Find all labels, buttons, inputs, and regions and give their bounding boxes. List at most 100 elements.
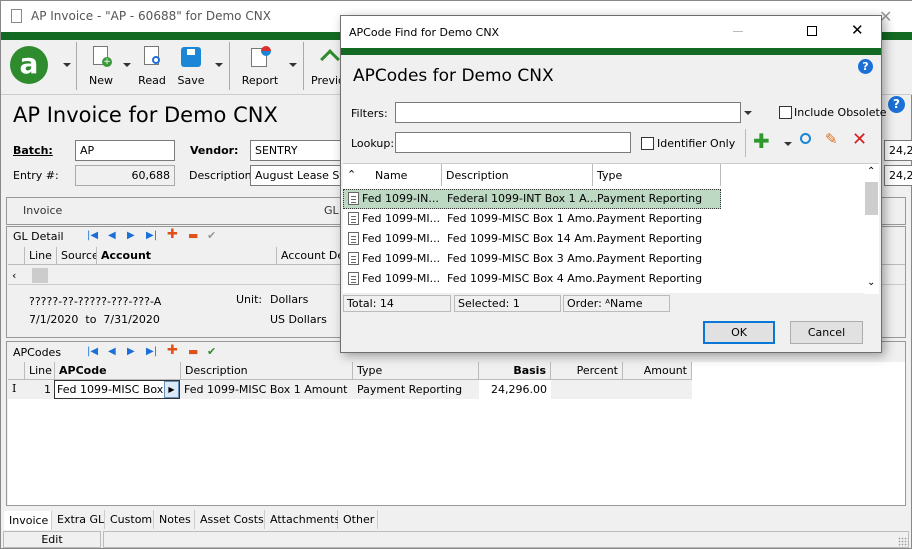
description-input[interactable]: August Lease Ste xyxy=(250,165,350,186)
column-header-apcode[interactable]: APCode xyxy=(55,362,181,380)
document-icon xyxy=(348,252,359,265)
scroll-thumb[interactable] xyxy=(32,268,48,283)
minimize-icon[interactable] xyxy=(733,31,743,32)
add-icon[interactable]: ✚ xyxy=(753,129,770,153)
add-row-icon[interactable]: ✚ xyxy=(167,343,178,358)
delete-row-icon[interactable]: ▬ xyxy=(188,229,198,242)
list-item[interactable]: Fed 1099-MI... Fed 1099-MISC Box 3 Amo..… xyxy=(343,249,721,269)
column-header-amount[interactable]: Amount xyxy=(623,362,692,380)
column-header-account[interactable]: Account xyxy=(97,247,277,265)
previous-record-icon[interactable]: ◀ xyxy=(108,230,116,241)
column-header-percent[interactable]: Percent xyxy=(551,362,623,380)
last-record-icon[interactable]: ▶| xyxy=(146,346,157,357)
tab-invoice[interactable]: Invoice xyxy=(4,511,52,530)
identifier-only-label: Identifier Only xyxy=(657,137,736,150)
list-item[interactable]: Fed 1099-MI... Fed 1099-MISC Box 1 Amo..… xyxy=(343,209,721,229)
include-obsolete-checkbox[interactable] xyxy=(779,106,792,119)
post-row-icon[interactable]: ✔ xyxy=(207,229,216,242)
resize-grip-icon[interactable] xyxy=(898,537,908,547)
add-dropdown-icon[interactable] xyxy=(784,142,792,146)
post-row-icon[interactable]: ✔ xyxy=(207,345,216,358)
column-header-source[interactable]: Source xyxy=(57,247,97,265)
close-icon[interactable]: ✕ xyxy=(851,21,864,39)
help-icon[interactable]: ? xyxy=(888,96,905,113)
filters-dropdown-icon[interactable] xyxy=(744,111,752,115)
next-record-icon[interactable]: ▶ xyxy=(127,230,135,241)
search-icon[interactable] xyxy=(800,133,811,144)
column-header-name[interactable]: Name xyxy=(365,164,442,186)
save-dropdown[interactable] xyxy=(215,63,223,67)
tab-other[interactable]: Other xyxy=(338,510,378,529)
table-row[interactable]: I 1 Fed 1099-MISC Box 1 ▶ Fed 1099-MISC … xyxy=(8,380,692,399)
tab-notes[interactable]: Notes xyxy=(154,510,195,529)
apcode-list: ⌃ Name Description Type Fed 1099-IN... F… xyxy=(343,163,879,294)
column-header-line[interactable]: Line xyxy=(25,362,55,380)
vertical-scrollbar[interactable]: ⌃ ⌄ xyxy=(864,164,879,294)
last-record-icon[interactable]: ▶| xyxy=(146,230,157,241)
amount-field-2[interactable]: 24,2 xyxy=(884,165,912,186)
unit-label: Unit: xyxy=(236,293,263,306)
scroll-up-icon[interactable]: ⌃ xyxy=(867,166,875,177)
list-item[interactable]: Fed 1099-IN... Federal 1099-INT Box 1 A.… xyxy=(343,189,721,209)
identifier-only-checkbox[interactable] xyxy=(641,137,654,150)
apcode-lookup-button[interactable]: ▶ xyxy=(164,381,179,398)
vendor-input[interactable]: SENTRY xyxy=(250,140,350,161)
row-selector-header xyxy=(8,362,25,380)
batch-input[interactable]: AP xyxy=(75,140,175,161)
lookup-input[interactable] xyxy=(395,132,631,153)
column-header-basis[interactable]: Basis xyxy=(479,362,551,380)
app-menu-dropdown[interactable] xyxy=(63,63,71,67)
scroll-thumb[interactable] xyxy=(865,182,878,215)
edit-pencil-icon[interactable]: ✎ xyxy=(825,130,838,148)
list-item[interactable]: Fed 1099-MI... Fed 1099-MISC Box 4 Amo..… xyxy=(343,269,721,289)
lookup-label: Lookup: xyxy=(351,137,395,150)
tab-custom[interactable]: Custom xyxy=(105,510,154,529)
tab-extra-gl[interactable]: Extra GL xyxy=(52,510,105,529)
apcode-find-dialog: APCode Find for Demo CNX ✕ APCodes for D… xyxy=(340,15,887,353)
save-button[interactable]: Save xyxy=(176,44,206,92)
delete-row-icon[interactable]: ▬ xyxy=(188,345,198,358)
filters-select[interactable] xyxy=(395,102,741,123)
column-header-description[interactable]: Description xyxy=(181,362,353,380)
description-label: Description: xyxy=(189,169,256,182)
scroll-left-icon[interactable]: ‹ xyxy=(12,269,16,282)
batch-label: Batch: xyxy=(13,144,53,157)
apcode-cell-editor[interactable]: Fed 1099-MISC Box 1 xyxy=(54,380,180,399)
filters-label: Filters: xyxy=(351,107,388,120)
account-mask-text: ?????-??-?????-???-???-A xyxy=(29,295,162,308)
scroll-down-icon[interactable]: ⌄ xyxy=(867,277,875,288)
help-icon[interactable]: ? xyxy=(858,59,873,74)
report-button[interactable]: Report xyxy=(241,44,279,92)
add-row-icon[interactable]: ✚ xyxy=(167,227,178,242)
column-header-type[interactable]: Type xyxy=(593,164,721,186)
column-header-line[interactable]: Line xyxy=(25,247,57,265)
column-header-type[interactable]: Type xyxy=(353,362,479,380)
new-dropdown[interactable] xyxy=(123,63,131,67)
list-item[interactable]: Fed 1099-MI... Fed 1099-MISC Box 14 Am..… xyxy=(343,229,721,249)
delete-icon[interactable]: ✕ xyxy=(852,129,867,150)
vendor-label: Vendor: xyxy=(190,144,239,157)
first-record-icon[interactable]: |◀ xyxy=(87,346,98,357)
status-message xyxy=(103,531,909,548)
ok-button[interactable]: OK xyxy=(703,321,775,344)
amount-field[interactable]: 24,2 xyxy=(884,140,912,161)
dialog-title-bar: APCode Find for Demo CNX ✕ xyxy=(341,16,881,48)
app-logo-button[interactable]: a xyxy=(10,46,48,84)
gl-detail-title: GL Detail xyxy=(13,230,64,243)
new-button[interactable]: + New xyxy=(86,44,116,92)
selected-count: Selected: 1 xyxy=(454,295,561,312)
report-dropdown[interactable] xyxy=(289,63,297,67)
entry-number-field: 60,688 xyxy=(75,165,175,186)
read-button[interactable]: Read xyxy=(137,44,167,92)
sort-ascending-icon[interactable]: ⌃ xyxy=(343,164,365,186)
status-bar: Edit xyxy=(3,531,911,549)
tab-asset-costs[interactable]: Asset Costs xyxy=(195,510,265,529)
first-record-icon[interactable]: |◀ xyxy=(87,230,98,241)
cancel-button[interactable]: Cancel xyxy=(790,321,863,344)
next-record-icon[interactable]: ▶ xyxy=(127,346,135,357)
previous-record-icon[interactable]: ◀ xyxy=(108,346,116,357)
tab-attachments[interactable]: Attachments xyxy=(265,510,340,529)
column-header-description[interactable]: Description xyxy=(442,164,593,186)
basis-cell[interactable]: 24,296.00 xyxy=(479,380,551,399)
maximize-icon[interactable] xyxy=(807,26,817,36)
